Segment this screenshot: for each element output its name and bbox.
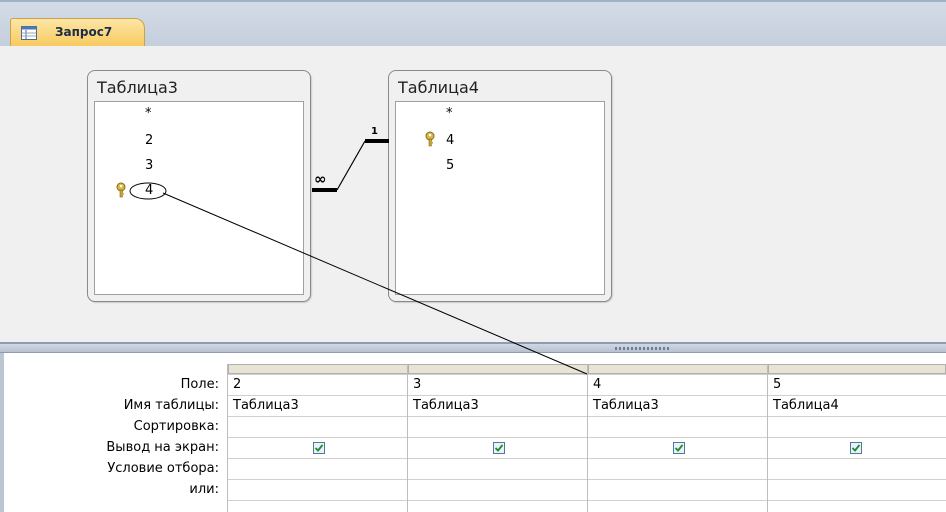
column-selector[interactable] — [408, 364, 588, 374]
show-checkbox[interactable] — [493, 442, 505, 454]
column-selector[interactable] — [588, 364, 768, 374]
checkmark-icon — [314, 444, 324, 452]
grid-table-cell[interactable]: Таблица4 — [773, 398, 839, 413]
field-item-4[interactable]: 4 — [145, 183, 153, 198]
grid-line — [407, 364, 408, 512]
row-label-table: Имя таблицы: — [123, 398, 219, 413]
field-item-2[interactable]: 2 — [145, 133, 153, 148]
field-item-star[interactable]: * — [446, 106, 453, 121]
grid-field-cell[interactable]: 5 — [773, 377, 781, 392]
row-label-or: или: — [189, 482, 219, 497]
field-item-3[interactable]: 3 — [145, 158, 153, 173]
query-tab-label: Запрос7 — [55, 25, 113, 39]
grid-field-cell[interactable]: 2 — [233, 377, 241, 392]
row-label-field: Поле: — [180, 377, 219, 392]
query-document-tab[interactable]: Запрос7 — [10, 18, 145, 48]
query-icon — [21, 26, 37, 40]
table-box-tablitsa4[interactable]: Таблица4 * 4 5 — [388, 70, 612, 302]
row-label-show: Вывод на экран: — [106, 440, 219, 455]
table-title: Таблица3 — [97, 78, 178, 97]
grid-line — [767, 364, 768, 512]
table-title: Таблица4 — [398, 78, 479, 97]
primary-key-icon — [425, 131, 435, 147]
field-list[interactable]: * 2 3 4 — [94, 101, 304, 295]
grid-table-cell[interactable]: Таблица3 — [413, 398, 479, 413]
grid-table-cell[interactable]: Таблица3 — [593, 398, 659, 413]
field-item-star[interactable]: * — [145, 106, 152, 121]
checkmark-icon — [851, 444, 861, 452]
column-selector[interactable] — [228, 364, 408, 374]
checkmark-icon — [674, 444, 684, 452]
grid-line — [227, 364, 228, 512]
checkmark-icon — [494, 444, 504, 452]
document-tab-strip: Запрос7 — [0, 0, 946, 48]
field-list[interactable]: * 4 5 — [395, 101, 605, 295]
query-grid: Поле: Имя таблицы: Сортировка: Вывод на … — [0, 353, 946, 512]
row-label-sort: Сортировка: — [133, 419, 219, 434]
grid-line — [587, 364, 588, 512]
table-design-pane: Таблица3 * 2 3 4 Таблица4 * 4 5 — [0, 46, 946, 382]
table-box-tablitsa3[interactable]: Таблица3 * 2 3 4 — [87, 70, 311, 302]
column-selector[interactable] — [768, 364, 946, 374]
grid-table-cell[interactable]: Таблица3 — [233, 398, 299, 413]
show-checkbox[interactable] — [673, 442, 685, 454]
grid-field-cell[interactable]: 3 — [413, 377, 421, 392]
splitter-grip[interactable] — [615, 347, 671, 350]
field-item-5[interactable]: 5 — [446, 158, 454, 173]
grid-field-cell[interactable]: 4 — [593, 377, 601, 392]
show-checkbox[interactable] — [850, 442, 862, 454]
pane-splitter[interactable] — [0, 342, 946, 353]
field-item-4[interactable]: 4 — [446, 133, 454, 148]
row-label-criteria: Условие отбора: — [107, 461, 219, 476]
primary-key-icon — [116, 182, 126, 198]
grid-left-edge — [0, 353, 4, 512]
show-checkbox[interactable] — [313, 442, 325, 454]
